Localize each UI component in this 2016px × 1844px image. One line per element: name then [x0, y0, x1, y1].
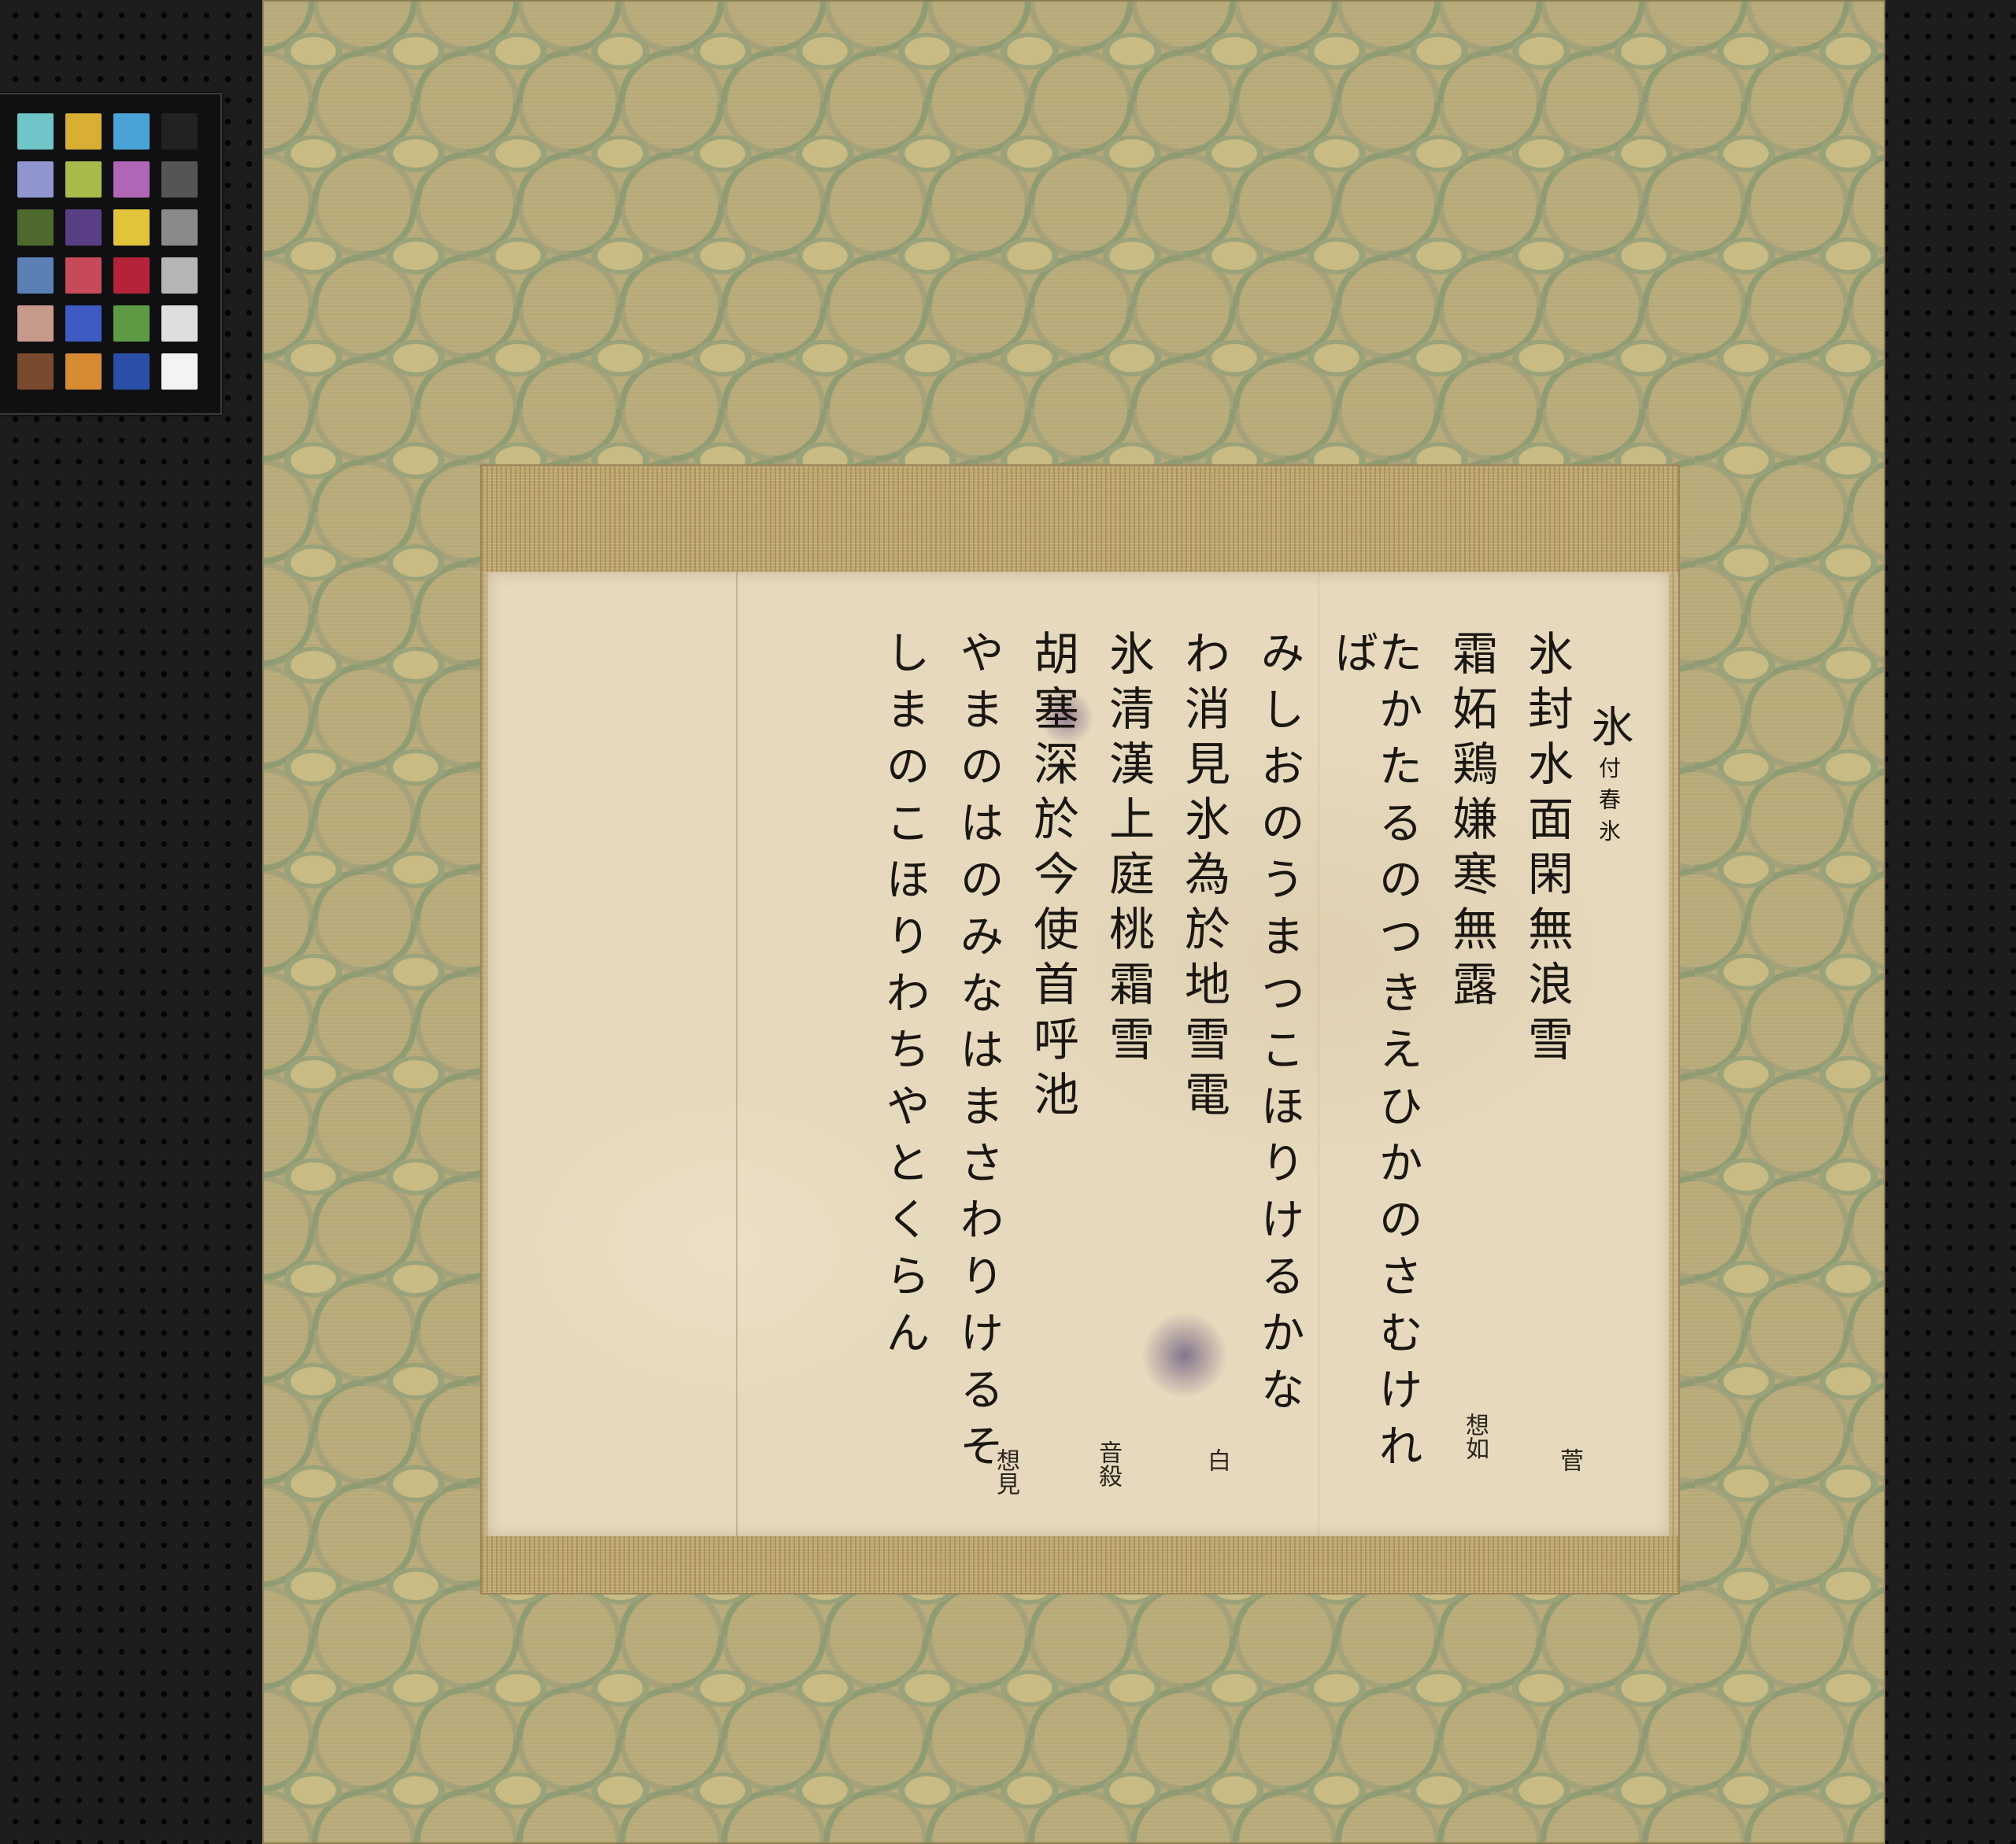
color-patch: [113, 257, 150, 294]
author-note: 白: [1203, 1448, 1230, 1472]
text-column: しまのこほりわちやとくらん: [879, 630, 930, 1366]
author-note: 想見: [992, 1448, 1019, 1495]
color-patch: [65, 113, 102, 150]
color-patch: [17, 257, 54, 294]
poem-title-note: 付春氷: [1596, 756, 1622, 851]
color-patch: [113, 161, 150, 198]
upper-gold-band: [482, 466, 1678, 572]
author-note: 音殺: [1094, 1440, 1122, 1487]
text-column: 霜妬鶏嫌寒無露: [1444, 630, 1498, 1015]
color-patch: [65, 257, 102, 294]
author-note: 菅: [1555, 1448, 1583, 1472]
color-patch: [113, 353, 150, 390]
color-patch: [65, 305, 102, 342]
color-patch: [113, 305, 150, 342]
color-checker-card: [0, 93, 222, 415]
color-patch: [17, 353, 54, 390]
text-column: やまのはのみなはまさわりけるそ: [953, 630, 1004, 1480]
color-patch: [113, 113, 150, 150]
color-patch: [17, 305, 54, 342]
author-note: 想如: [1461, 1413, 1489, 1460]
color-patch: [65, 209, 102, 246]
color-checker-grid: [17, 113, 198, 390]
color-patch: [161, 353, 198, 390]
lower-gold-band: [482, 1536, 1678, 1593]
paper-seam: [736, 572, 738, 1536]
color-patch: [65, 161, 102, 198]
text-column: 氷封水面閑無浪雪: [1520, 630, 1574, 1070]
color-patch: [17, 161, 54, 198]
text-column: 胡塞深於今使首呼池: [1026, 630, 1079, 1125]
color-patch: [161, 113, 198, 150]
text-column: 氷清漢上庭桃霜雪: [1101, 630, 1155, 1070]
calligraphy-text: 氷付春氷 氷封水面閑無浪雪 霜妬鶏嫌寒無露 たかたるのつきえひかのさむければ み…: [748, 630, 1633, 1495]
color-patch: [17, 113, 54, 150]
color-patch: [161, 305, 198, 342]
color-patch: [161, 161, 198, 198]
color-patch: [113, 209, 150, 246]
color-patch: [17, 209, 54, 246]
text-column: みしおのうまつこほりけるかな: [1253, 630, 1304, 1423]
poem-title: 氷付春氷: [1584, 704, 1633, 851]
color-patch: [161, 209, 198, 246]
color-patch: [65, 353, 102, 390]
color-patch: [161, 257, 198, 294]
text-column: わ消見氷為於地雪電: [1177, 630, 1230, 1125]
text-column: たかたるのつきえひかのさむければ: [1327, 630, 1422, 1480]
